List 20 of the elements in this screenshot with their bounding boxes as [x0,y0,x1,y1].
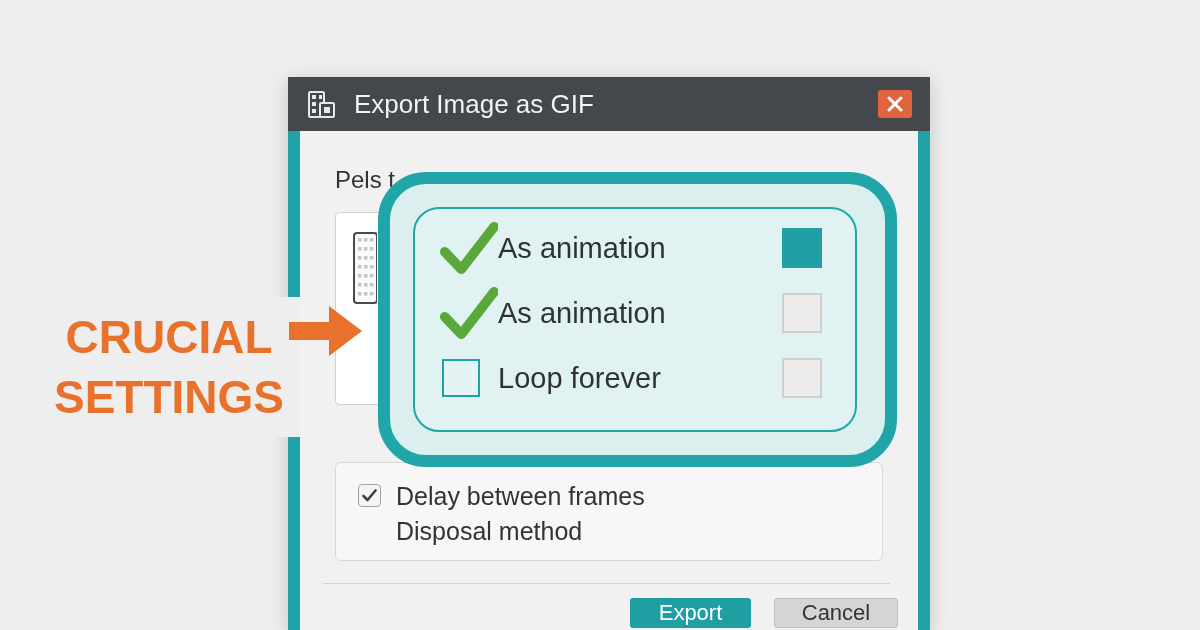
option-label: As animation [498,295,666,331]
close-button[interactable] [878,90,912,118]
check-icon[interactable] [440,220,498,275]
secondary-button[interactable]: Cancel [774,598,898,628]
option-label: As animation [498,230,666,266]
check-icon[interactable] [440,285,498,340]
dotted-grid-icon [353,232,377,304]
callout-text: CRUCIAL SETTINGS [53,310,285,425]
option-label: Disposal method [396,515,583,546]
option-label: Delay between frames [396,480,645,511]
option-checkbox[interactable] [782,357,822,398]
option-checkbox[interactable] [782,292,822,333]
check-icon [362,489,377,502]
checkbox[interactable] [358,484,381,507]
close-icon [887,96,903,112]
checkbox[interactable] [442,358,480,397]
option-checkbox[interactable] [782,227,822,268]
grid-file-icon [308,90,335,118]
option-label: Loop forever [498,360,661,396]
window-title: Export Image as GIF [354,88,594,120]
